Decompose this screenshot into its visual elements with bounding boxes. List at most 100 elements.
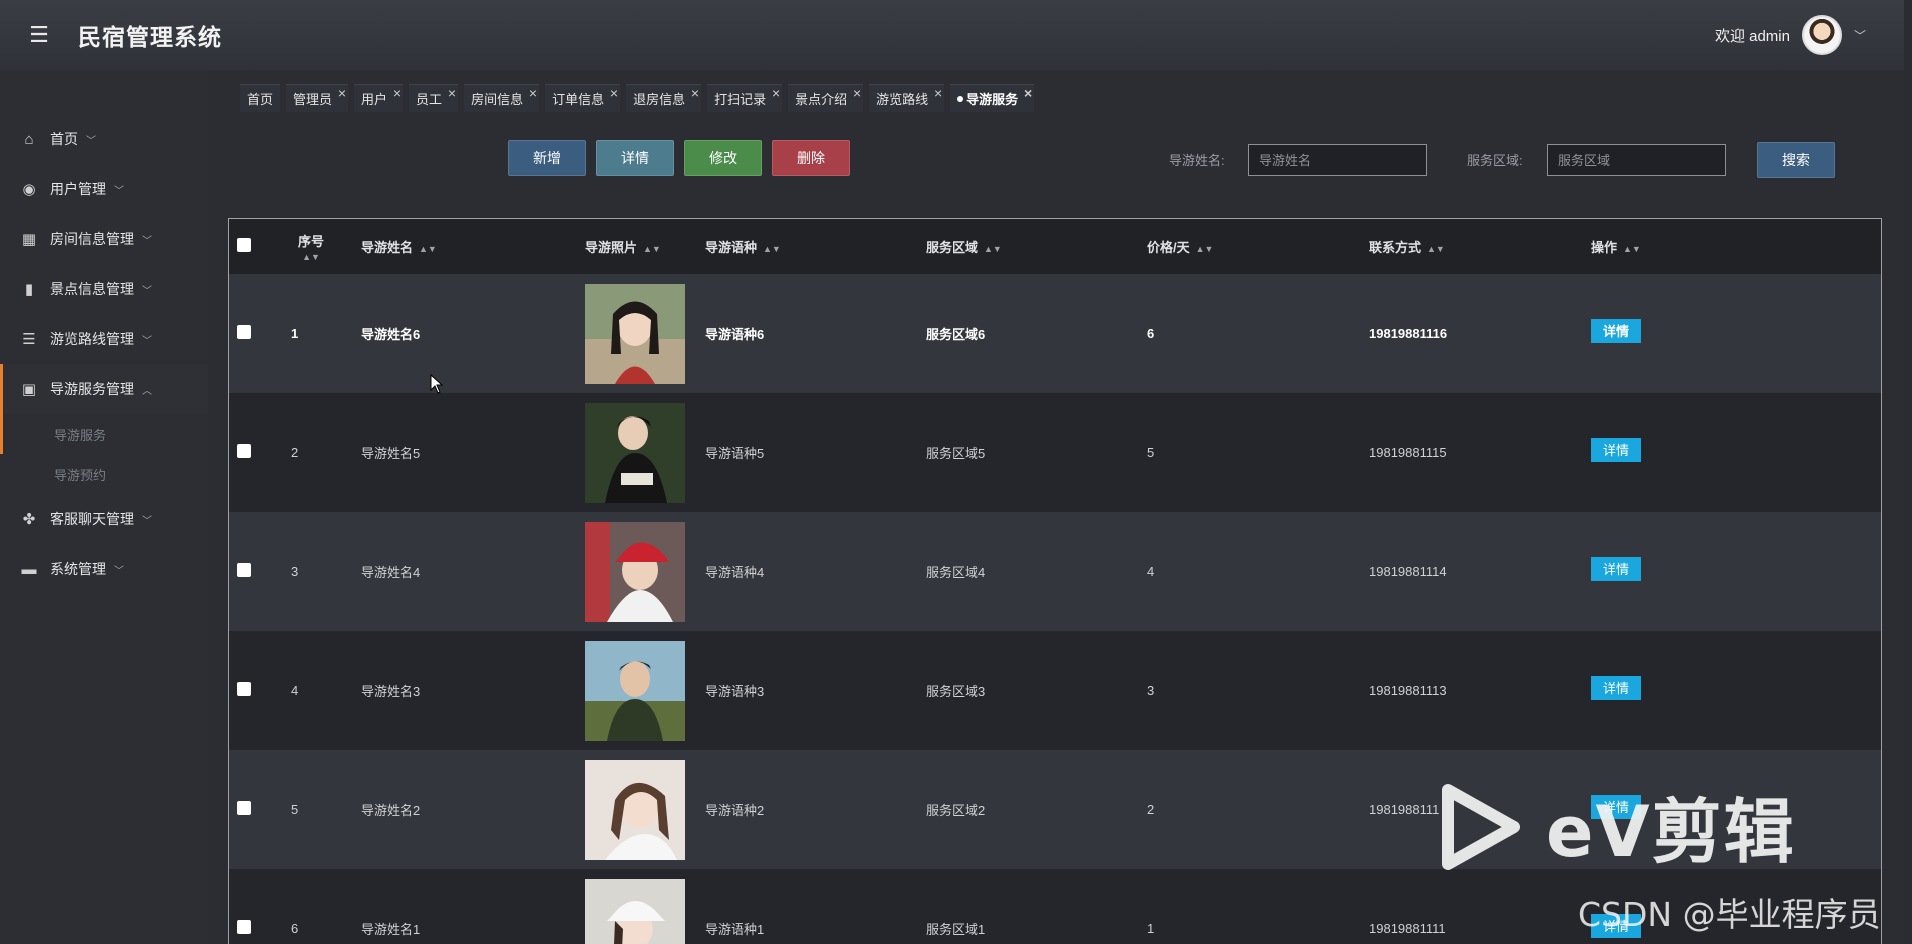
sidebar-item-rooms[interactable]: ▦ 房间信息管理 ﹀ [0, 214, 208, 264]
sidebar-item-guide-service[interactable]: ▣ 导游服务管理 ︿ [0, 364, 208, 414]
guide-photo[interactable] [585, 283, 685, 384]
header-label: 序号 [297, 234, 324, 249]
sidebar-subitem-guide-booking[interactable]: 导游预约 [0, 454, 208, 494]
tab-staff[interactable]: 员工 × [409, 84, 459, 112]
detail-button[interactable]: 详情 [596, 140, 674, 176]
row-detail-button[interactable]: 详情 [1591, 318, 1641, 343]
tab-label: 用户 [361, 92, 388, 107]
avatar[interactable] [1801, 15, 1842, 55]
close-icon[interactable]: × [610, 85, 618, 101]
header-index[interactable]: 序号 ▲▼ [291, 219, 361, 274]
close-icon[interactable]: × [393, 85, 401, 101]
sidebar-item-system[interactable]: ▬ 系统管理 ﹀ [0, 544, 208, 594]
sort-icon[interactable]: ▲▼ [763, 244, 781, 254]
close-icon[interactable]: × [338, 85, 346, 101]
sort-icon[interactable]: ▲▼ [291, 252, 331, 262]
add-button[interactable]: 新增 [508, 140, 586, 176]
row-checkbox[interactable] [237, 444, 251, 458]
header-phone[interactable]: 联系方式 ▲▼ [1369, 219, 1591, 274]
close-icon[interactable]: × [853, 85, 861, 101]
sidebar-item-users[interactable]: ◉ 用户管理 ﹀ [0, 164, 208, 214]
tab-tour-route[interactable]: 游览路线 × [869, 84, 945, 112]
guide-photo[interactable] [585, 878, 685, 944]
sidebar-item-routes[interactable]: ☰ 游览路线管理 ﹀ [0, 314, 208, 364]
tab-order-info[interactable]: 订单信息 × [545, 84, 621, 112]
tab-cleaning-record[interactable]: 打扫记录 × [707, 84, 783, 112]
header-language[interactable]: 导游语种 ▲▼ [705, 219, 926, 274]
sidebar-item-attractions[interactable]: ▮ 景点信息管理 ﹀ [0, 264, 208, 314]
table-row[interactable]: 3 导游姓名4 导游语种4 服务区域4 4 19819881114 详情 [229, 512, 1881, 631]
row-checkbox[interactable] [237, 563, 251, 577]
tab-guide-service[interactable]: 导游服务 × [950, 84, 1035, 112]
guide-photo[interactable] [585, 521, 685, 622]
tab-admin[interactable]: 管理员 × [286, 84, 349, 112]
sort-icon[interactable]: ▲▼ [643, 244, 661, 254]
tab-checkout-info[interactable]: 退房信息 × [626, 84, 702, 112]
sort-icon[interactable]: ▲▼ [419, 244, 437, 254]
mouse-cursor-icon [430, 374, 444, 394]
cell-area: 服务区域6 [926, 327, 986, 342]
sort-icon[interactable]: ▲▼ [984, 244, 1002, 254]
tab-label: 游览路线 [876, 92, 929, 107]
table-row[interactable]: 4 导游姓名3 导游语种3 服务区域3 3 19819881113 详情 [229, 631, 1881, 750]
search-button[interactable]: 搜索 [1757, 142, 1835, 178]
tab-home[interactable]: 首页 [240, 84, 281, 112]
row-checkbox[interactable] [237, 920, 251, 934]
table-row[interactable]: 1 导游姓名6 导游语种6 服务区域6 6 19819881116 详情 [229, 274, 1881, 393]
row-detail-button[interactable]: 详情 [1591, 437, 1641, 462]
sort-icon[interactable]: ▲▼ [1196, 244, 1214, 254]
sidebar-subitem-guide-service[interactable]: 导游服务 [0, 414, 208, 454]
sidebar-item-home[interactable]: ⌂ 首页 ﹀ [0, 114, 208, 164]
page-scrollbar[interactable] [1904, 0, 1912, 944]
sort-icon[interactable]: ▲▼ [1623, 244, 1641, 254]
sort-icon[interactable]: ▲▼ [1427, 244, 1445, 254]
select-all-checkbox[interactable] [237, 238, 251, 252]
cell-language: 导游语种3 [705, 684, 765, 699]
header-name[interactable]: 导游姓名 ▲▼ [361, 219, 585, 274]
header-photo[interactable]: 导游照片 ▲▼ [585, 219, 705, 274]
guide-name-input[interactable] [1248, 144, 1427, 176]
guide-photo[interactable] [585, 402, 685, 503]
tab-label: 管理员 [293, 92, 333, 107]
table-row[interactable]: 2 导游姓名5 导游语种5 服务区域5 5 19819881115 详情 [229, 393, 1881, 512]
close-icon[interactable]: × [529, 85, 537, 101]
delete-button[interactable]: 删除 [772, 140, 850, 176]
list-icon: ☰ [22, 331, 36, 348]
edit-button[interactable]: 修改 [684, 140, 762, 176]
close-icon[interactable]: × [934, 85, 942, 101]
sidebar-item-label: 游览路线管理 [50, 331, 134, 347]
header-label: 导游语种 [705, 240, 758, 255]
cell-name: 导游姓名4 [361, 565, 421, 580]
chevron-down-icon: ﹀ [142, 515, 152, 527]
tab-attraction-intro[interactable]: 景点介绍 × [788, 84, 864, 112]
close-icon[interactable]: × [1024, 85, 1032, 101]
header-price[interactable]: 价格/天 ▲▼ [1147, 219, 1369, 274]
row-detail-button[interactable]: 详情 [1591, 556, 1641, 581]
row-checkbox[interactable] [237, 325, 251, 339]
row-checkbox[interactable] [237, 682, 251, 696]
row-detail-button[interactable]: 详情 [1591, 675, 1641, 700]
tab-user[interactable]: 用户 × [354, 84, 404, 112]
hamburger-icon[interactable]: ☰ [0, 0, 78, 70]
close-icon[interactable]: × [772, 85, 780, 101]
cell-index: 2 [291, 445, 299, 460]
chevron-down-icon: ﹀ [114, 565, 124, 577]
close-icon[interactable]: × [691, 85, 699, 101]
row-checkbox[interactable] [237, 801, 251, 815]
cell-phone: 19819881114 [1369, 564, 1447, 579]
guide-photo[interactable] [585, 640, 685, 741]
header-actions[interactable]: 操作 ▲▼ [1591, 219, 1881, 274]
cell-photo [585, 869, 705, 944]
sidebar-item-chat[interactable]: ✤ 客服聊天管理 ﹀ [0, 494, 208, 544]
cell-price: 1 [1147, 921, 1155, 936]
user-menu[interactable]: 欢迎 admin ﹀ [1715, 0, 1866, 70]
tabs-bar: 首页 管理员 × 用户 × 员工 × 房间信息 × 订单信息 × 退房信息 × 打扫记录 × … [240, 84, 1035, 112]
chevron-down-icon[interactable]: ﹀ [1854, 27, 1866, 44]
service-area-input[interactable] [1547, 144, 1726, 176]
close-icon[interactable]: × [448, 85, 456, 101]
service-area-label: 服务区域: [1467, 153, 1523, 168]
guide-photo[interactable] [585, 759, 685, 860]
ev-watermark-text: eV剪辑 [1546, 791, 1796, 873]
header-area[interactable]: 服务区域 ▲▼ [926, 219, 1147, 274]
tab-room-info[interactable]: 房间信息 × [464, 84, 540, 112]
